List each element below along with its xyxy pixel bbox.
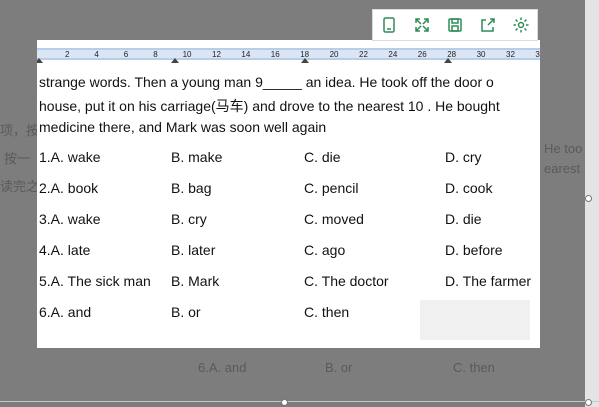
background-option: B. or <box>325 360 353 375</box>
ruler-tick-label: 2 <box>65 50 70 59</box>
passage-line: medicine there, and Mark was soon well a… <box>39 119 327 135</box>
answer-option: B. cry <box>171 211 207 227</box>
answer-option: B. later <box>171 242 216 258</box>
answer-option: C. pencil <box>304 180 359 196</box>
answer-option: C. then <box>304 304 350 320</box>
answer-option: B. make <box>171 149 223 165</box>
share-icon <box>481 18 495 32</box>
background-text-line: 读完之 <box>0 179 40 194</box>
background-text-line: 按一 <box>4 151 31 166</box>
page-divider <box>0 401 599 402</box>
settings-button[interactable] <box>510 14 532 36</box>
answer-option: 3.A. wake <box>39 211 101 227</box>
ruler-tick-label: 24 <box>388 50 398 59</box>
passage-line: house, put it on his carriage(马车) and dr… <box>39 98 500 114</box>
answer-option: 6.A. and <box>39 304 92 320</box>
phone-button[interactable] <box>378 14 400 36</box>
answer-option: C. moved <box>304 211 364 227</box>
background-text-line: 项，按 <box>0 123 40 138</box>
resize-handle[interactable] <box>281 399 288 406</box>
ruler-tick-label: 30 <box>476 50 486 59</box>
ruler-tick-label: 32 <box>506 50 515 59</box>
tab-stop-marker[interactable] <box>444 58 452 63</box>
indent-marker[interactable] <box>37 58 43 63</box>
answer-option: 5.A. The sick man <box>39 273 151 289</box>
ruler-tick-label: 3 <box>535 50 540 59</box>
settings-icon <box>513 17 529 33</box>
answer-option: B. Mark <box>171 273 220 289</box>
answer-option: C. die <box>304 149 341 165</box>
ruler-tick-label: 6 <box>123 50 129 59</box>
expand-button[interactable] <box>411 14 433 36</box>
floating-toolbar <box>372 9 538 41</box>
answer-option: B. bag <box>171 180 212 196</box>
ruler: 2 4 6 8 10 12 14 16 18 20 22 24 26 28 30 32 3 <box>37 40 540 67</box>
passage-line: strange words. Then a young man 9_____ a… <box>39 74 494 90</box>
expand-icon <box>415 18 429 32</box>
answer-option: 4.A. late <box>39 242 91 258</box>
ruler-tick-label: 20 <box>329 50 339 59</box>
document-preview-popup: 2 4 6 8 10 12 14 16 18 20 22 24 26 28 30 32 3 strange wo… <box>37 40 540 348</box>
scrollbar-track[interactable] <box>585 0 599 407</box>
ruler-tick-label: 14 <box>241 50 251 59</box>
answer-option: 2.A. book <box>39 180 99 196</box>
answer-option: D. cry <box>445 149 482 165</box>
answer-option: 1.A. wake <box>39 149 101 165</box>
ruler-band-inner <box>37 50 540 58</box>
tab-stop-marker[interactable] <box>301 58 309 63</box>
answer-option: D. The farmer <box>445 273 532 289</box>
ruler-tick-label: 10 <box>182 50 192 59</box>
ruler-tick-label: 12 <box>212 50 221 59</box>
answer-option: D. die <box>445 211 482 227</box>
background-text-line: earest 1 <box>544 161 591 176</box>
share-button[interactable] <box>477 14 499 36</box>
answer-option: B. or <box>171 304 201 320</box>
answer-option: C. ago <box>304 242 346 258</box>
answer-option: C. The doctor <box>304 273 389 289</box>
background-option: C. then <box>453 360 495 375</box>
answer-option: D. cook <box>445 180 493 196</box>
ruler-tick-label: 8 <box>153 50 158 59</box>
resize-handle[interactable] <box>585 195 592 202</box>
background-option: 6.A. and <box>198 360 247 375</box>
save-button[interactable] <box>444 14 466 36</box>
background-text-line: He too <box>544 141 583 156</box>
ruler-tick-label: 22 <box>359 50 368 59</box>
ruler-tick-label: 16 <box>270 50 280 59</box>
save-icon <box>448 18 462 32</box>
resize-handle[interactable] <box>585 399 592 406</box>
phone-icon <box>383 17 396 33</box>
ruler-tick-label: 4 <box>94 50 99 59</box>
ruler-tick-label: 26 <box>417 50 427 59</box>
blurred-area <box>420 300 530 340</box>
tab-stop-marker[interactable] <box>171 58 179 63</box>
answer-option: D. before <box>445 242 503 258</box>
